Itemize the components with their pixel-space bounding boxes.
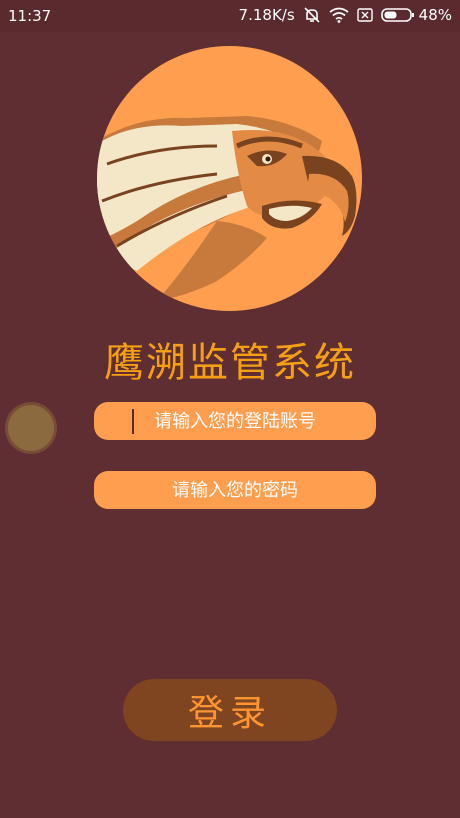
network-speed: 7.18K/s [238, 6, 295, 24]
status-time: 11:37 [8, 7, 52, 25]
battery-percent: 48% [418, 6, 452, 24]
wifi-icon [329, 7, 349, 23]
mute-icon [303, 6, 321, 24]
status-bar: 11:37 7.18K/s 48% [0, 0, 460, 32]
floating-assistive-button[interactable] [8, 405, 54, 451]
app-title: 鹰溯监管系统 [104, 340, 356, 386]
password-input[interactable] [94, 471, 376, 509]
login-button[interactable]: 登录 [123, 679, 337, 741]
eagle-logo-icon [97, 46, 362, 311]
no-sim-icon [356, 7, 373, 23]
status-icons: 7.18K/s 48% [239, 6, 452, 24]
text-cursor [132, 409, 134, 434]
battery-indicator: 48% [380, 6, 452, 24]
battery-icon [380, 7, 415, 23]
account-input[interactable] [94, 402, 376, 440]
